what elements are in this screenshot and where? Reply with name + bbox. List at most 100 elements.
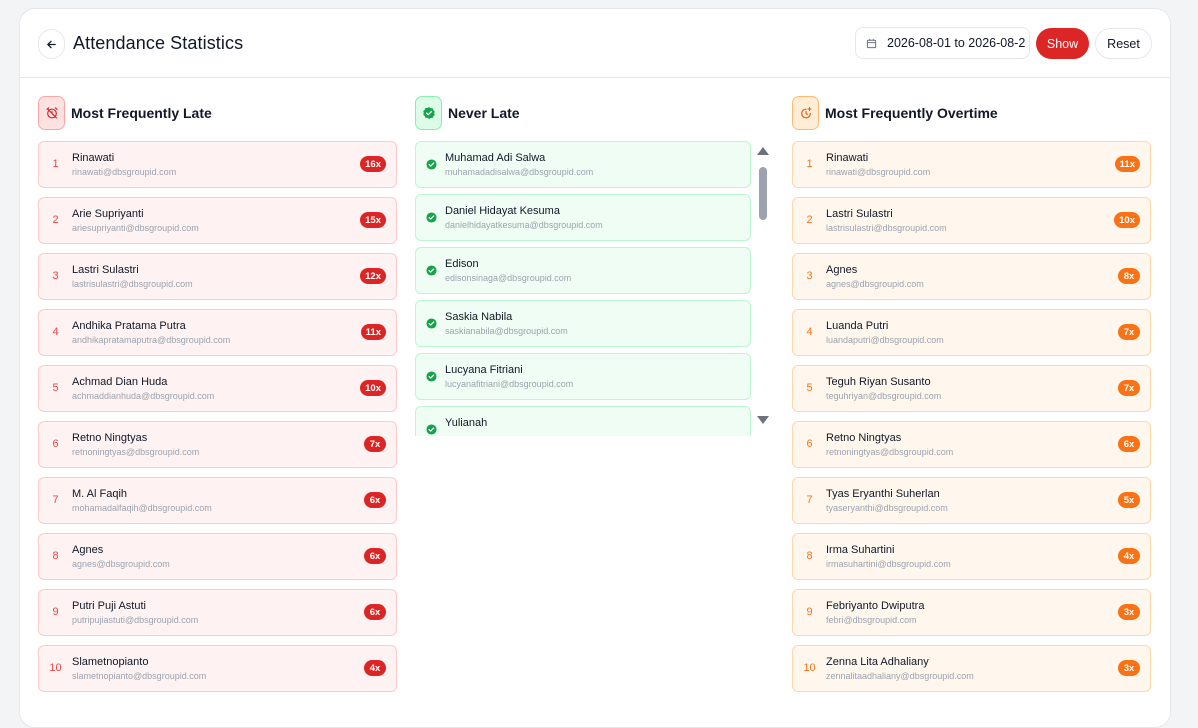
check-circle-icon — [426, 265, 437, 276]
rank-number: 3 — [806, 270, 813, 282]
scrollbar[interactable] — [755, 141, 771, 436]
employee-name: Agnes — [826, 264, 858, 276]
list-item[interactable]: 4 Andhika Pratama Putra andhikapratamaputr… — [38, 309, 397, 356]
employee-email: retnoningtyas@dbsgroupid.com — [72, 447, 200, 457]
rank-number: 8 — [52, 550, 59, 562]
list-item[interactable]: 6 Retno Ningtyas retnoningtyas@dbsgroupid.… — [38, 421, 397, 468]
count-badge: 4x — [364, 660, 386, 676]
list-item[interactable]: 7 M. Al Faqih mohamadalfaqih@dbsgroupid.co… — [38, 477, 397, 524]
verified-badge-icon — [415, 96, 442, 130]
list-item[interactable]: Saskia Nabila saskianabila@dbsgroupid.com — [415, 300, 751, 347]
attendance-card: Attendance Statistics 2026-08-01 to 2026… — [19, 8, 1171, 728]
rank-number: 1 — [806, 158, 813, 170]
date-range-value: 2026-08-01 to 2026-08-2 — [887, 36, 1026, 50]
late-header: Most Frequently Late — [38, 96, 398, 130]
employee-name: Rinawati — [72, 152, 115, 164]
employee-name: Daniel Hidayat Kesuma — [445, 205, 560, 217]
employee-name: Lastri Sulastri — [72, 264, 139, 276]
list-item[interactable]: 1 Rinawati rinawati@dbsgroupid.com 16x — [38, 141, 397, 188]
list-item[interactable]: 8 Agnes agnes@dbsgroupid.com 6x — [38, 533, 397, 580]
never-late-scroll-area[interactable]: Muhamad Adi Salwa muhamadadisalwa@dbsgrou… — [415, 141, 775, 436]
employee-email: zennalitaadhaliany@dbsgroupid.com — [826, 671, 974, 681]
count-badge: 15x — [360, 212, 386, 228]
count-badge: 6x — [364, 604, 386, 620]
list-item[interactable]: 7 Tyas Eryanthi Suherlan tyaseryanthi@dbsg… — [792, 477, 1151, 524]
reset-button[interactable]: Reset — [1095, 28, 1152, 59]
show-button[interactable]: Show — [1036, 28, 1089, 59]
list-item[interactable]: Edison edisonsinaga@dbsgroupid.com — [415, 247, 751, 294]
rank-number: 10 — [49, 662, 62, 674]
employee-email: rinawati@dbsgroupid.com — [72, 167, 177, 177]
count-badge: 4x — [1118, 548, 1140, 564]
employee-email: achmaddianhuda@dbsgroupid.com — [72, 391, 215, 401]
employee-name: Rinawati — [826, 152, 869, 164]
check-circle-icon — [426, 318, 437, 329]
rank-number: 3 — [52, 270, 59, 282]
list-item[interactable]: 5 Achmad Dian Huda achmaddianhuda@dbsgroup… — [38, 365, 397, 412]
check-circle-icon — [426, 212, 437, 223]
rank-number: 7 — [806, 494, 813, 506]
rank-number: 7 — [52, 494, 59, 506]
scroll-thumb[interactable] — [759, 167, 767, 220]
list-item[interactable]: 10 Zenna Lita Adhaliany zennalitaadhaliany… — [792, 645, 1151, 692]
employee-name: Putri Puji Astuti — [72, 600, 146, 612]
employee-email: agnes@dbsgroupid.com — [826, 279, 924, 289]
scroll-down-arrow-icon[interactable] — [756, 415, 770, 425]
rank-number: 6 — [806, 438, 813, 450]
list-item[interactable]: 3 Lastri Sulastri lastrisulastri@dbsgroupi… — [38, 253, 397, 300]
employee-email: mohamadalfaqih@dbsgroupid.com — [72, 503, 212, 513]
list-item[interactable]: 3 Agnes agnes@dbsgroupid.com 8x — [792, 253, 1151, 300]
header-bar: Attendance Statistics 2026-08-01 to 2026… — [20, 9, 1170, 78]
rank-number: 5 — [52, 382, 59, 394]
list-item[interactable]: 1 Rinawati rinawati@dbsgroupid.com 11x — [792, 141, 1151, 188]
scroll-up-arrow-icon[interactable] — [756, 146, 770, 156]
count-badge: 6x — [1118, 436, 1140, 452]
count-badge: 6x — [364, 492, 386, 508]
employee-name: Tyas Eryanthi Suherlan — [826, 488, 940, 500]
employee-email: lucyanafitriani@dbsgroupid.com — [445, 379, 574, 389]
rank-number: 10 — [803, 662, 816, 674]
employee-name: Arie Supriyanti — [72, 208, 144, 220]
overtime-header: Most Frequently Overtime — [792, 96, 1152, 130]
date-range-input[interactable]: 2026-08-01 to 2026-08-2 — [855, 27, 1030, 59]
list-item[interactable]: Daniel Hidayat Kesuma danielhidayatkesuma… — [415, 194, 751, 241]
count-badge: 11x — [1114, 156, 1140, 172]
employee-name: Muhamad Adi Salwa — [445, 152, 546, 164]
employee-email: tyaseryanthi@dbsgroupid.com — [826, 503, 948, 513]
count-badge: 7x — [1118, 324, 1140, 340]
count-badge: 3x — [1118, 604, 1140, 620]
list-item[interactable]: 5 Teguh Riyan Susanto teguhriyan@dbsgroupi… — [792, 365, 1151, 412]
employee-name: M. Al Faqih — [72, 488, 128, 500]
list-item[interactable]: Muhamad Adi Salwa muhamadadisalwa@dbsgrou… — [415, 141, 751, 188]
rank-number: 2 — [52, 214, 59, 226]
employee-email: edisonsinaga@dbsgroupid.com — [445, 273, 572, 283]
rank-number: 5 — [806, 382, 813, 394]
employee-name: Lastri Sulastri — [826, 208, 893, 220]
list-item[interactable]: 4 Luanda Putri luandaputri@dbsgroupid.com 7… — [792, 309, 1151, 356]
overtime-title: Most Frequently Overtime — [825, 105, 998, 121]
employee-email: danielhidayatkesuma@dbsgroupid.com — [445, 220, 603, 230]
list-item[interactable]: 9 Putri Puji Astuti putripujiastuti@dbsgro… — [38, 589, 397, 636]
list-item[interactable]: 2 Arie Supriyanti ariesupriyanti@dbsgroupi… — [38, 197, 397, 244]
employee-email: teguhriyan@dbsgroupid.com — [826, 391, 942, 401]
list-item[interactable]: 2 Lastri Sulastri lastrisulastri@dbsgroupi… — [792, 197, 1151, 244]
rank-number: 2 — [806, 214, 813, 226]
never-late-header: Never Late — [415, 96, 775, 130]
employee-email: retnoningtyas@dbsgroupid.com — [826, 447, 954, 457]
page-title: Attendance Statistics — [73, 33, 244, 53]
never-late-title: Never Late — [448, 105, 520, 121]
list-item[interactable]: Yulianah — [415, 406, 751, 436]
employee-name: Zenna Lita Adhaliany — [826, 656, 929, 668]
arrow-left-icon — [47, 40, 56, 48]
list-item[interactable]: 8 Irma Suhartini irmasuhartini@dbsgroupid.… — [792, 533, 1151, 580]
employee-name: Retno Ningtyas — [826, 432, 902, 444]
back-button[interactable] — [38, 29, 65, 59]
employee-name: Andhika Pratama Putra — [72, 320, 186, 332]
list-item[interactable]: 10 Slametnopianto slametnopianto@dbsgroupi… — [38, 645, 397, 692]
employee-email: lastrisulastri@dbsgroupid.com — [826, 223, 947, 233]
list-item[interactable]: Lucyana Fitriani lucyanafitriani@dbsgroup… — [415, 353, 751, 400]
list-item[interactable]: 9 Febriyanto Dwiputra febri@dbsgroupid.com… — [792, 589, 1151, 636]
employee-name: Edison — [445, 258, 479, 270]
list-item[interactable]: 6 Retno Ningtyas retnoningtyas@dbsgroupid.… — [792, 421, 1151, 468]
timer-plus-icon — [792, 96, 819, 130]
